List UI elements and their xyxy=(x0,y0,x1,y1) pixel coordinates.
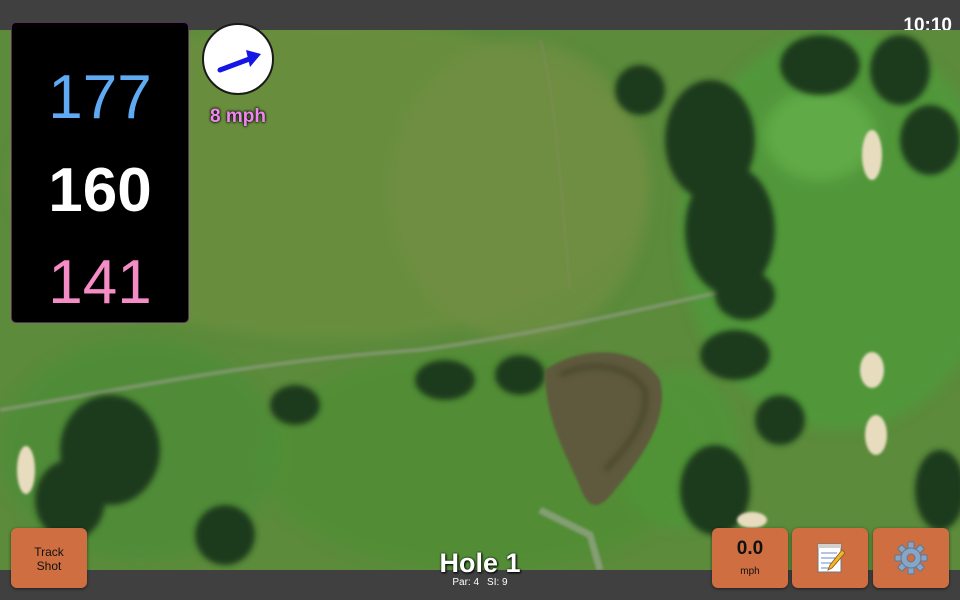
middle-of-green-distance: 160 xyxy=(48,156,152,225)
wind-indicator xyxy=(202,23,274,95)
wind-speed-label: 8 mph xyxy=(210,106,266,127)
speed-value: 0.0 xyxy=(736,538,764,559)
back-of-green-distance: 177 xyxy=(48,63,152,132)
stroke-index-label: SI: 9 xyxy=(487,577,508,588)
wind-arrow-icon xyxy=(217,50,261,73)
distance-panel: 177 160 141 xyxy=(11,22,189,323)
speed-unit: mph xyxy=(740,566,760,577)
settings-button[interactable] xyxy=(873,528,949,588)
par-label: Par: 4 xyxy=(452,577,480,588)
track-shot-button[interactable]: Track Shot xyxy=(11,528,87,588)
notes-button[interactable] xyxy=(792,528,868,588)
notepad-icon xyxy=(817,543,846,573)
gear-icon xyxy=(894,541,928,575)
front-of-green-distance: 141 xyxy=(48,248,152,317)
track-shot-label: Track Shot xyxy=(34,545,64,573)
speed-button[interactable]: 0.0 mph xyxy=(712,528,788,588)
hole-title: Hole 1 xyxy=(439,548,521,578)
hole-info: Par: 4 SI: 9 xyxy=(380,577,580,588)
